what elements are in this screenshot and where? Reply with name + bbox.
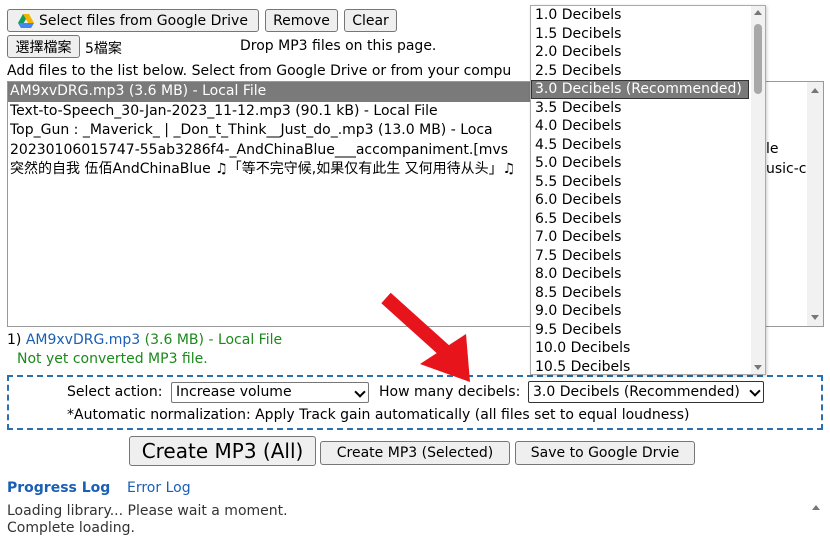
selected-file-name[interactable]: AM9xvDRG.mp3: [26, 332, 140, 348]
selected-file-info: 1) AM9xvDRG.mp3 (3.6 MB) - Local File: [7, 332, 282, 348]
dropdown-scroll-up-icon[interactable]: [754, 10, 762, 15]
decibel-option[interactable]: 4.5 Decibels: [531, 136, 765, 155]
decibels-select-value: 3.0 Decibels (Recommended): [533, 384, 740, 400]
decibel-option[interactable]: 5.0 Decibels: [531, 154, 765, 173]
selected-file-index: 1): [7, 332, 22, 348]
decibel-option[interactable]: 10.5 Decibels: [531, 358, 765, 375]
action-select-value: Increase volume: [176, 384, 292, 400]
file-list-item-overflow: usic-cl: [766, 161, 811, 177]
decibel-option[interactable]: 6.5 Decibels: [531, 210, 765, 229]
decibel-option[interactable]: 4.0 Decibels: [531, 117, 765, 136]
decibel-option[interactable]: 7.0 Decibels: [531, 228, 765, 247]
tab-progress-log[interactable]: Progress Log: [7, 480, 110, 496]
decibels-select[interactable]: 3.0 Decibels (Recommended): [528, 381, 764, 403]
decibel-option[interactable]: 9.0 Decibels: [531, 302, 765, 321]
dropdown-scroll-thumb[interactable]: [754, 24, 762, 94]
decibel-option[interactable]: 9.5 Decibels: [531, 321, 765, 340]
decibel-option[interactable]: 5.5 Decibels: [531, 173, 765, 192]
create-mp3-selected-button[interactable]: Create MP3 (Selected): [320, 441, 510, 465]
decibels-dropdown-list[interactable]: 1.0 Decibels 1.5 Decibels 2.0 Decibels 2…: [530, 5, 766, 375]
chevron-down-icon: [354, 386, 366, 398]
conversion-status: Not yet converted MP3 file.: [17, 351, 208, 367]
decibel-option[interactable]: 2.0 Decibels: [531, 43, 765, 62]
decibel-option[interactable]: 7.5 Decibels: [531, 247, 765, 266]
file-list-item-overflow: le: [766, 141, 779, 157]
file-list-scrollbar[interactable]: [807, 82, 823, 326]
select-action-label: Select action:: [67, 384, 163, 400]
file-count: 5檔案: [85, 41, 122, 57]
log-line: Loading library... Please wait a moment.: [7, 503, 288, 519]
dropdown-scroll-down-icon[interactable]: [754, 365, 762, 370]
google-drive-icon: [18, 13, 35, 28]
remove-button[interactable]: Remove: [265, 9, 338, 32]
select-from-google-drive-button[interactable]: Select files from Google Drive: [7, 9, 259, 32]
decibel-option-selected[interactable]: 3.0 Decibels (Recommended): [531, 80, 749, 99]
dropdown-scrollbar[interactable]: [751, 6, 765, 374]
decibel-option[interactable]: 8.5 Decibels: [531, 284, 765, 303]
decibel-option[interactable]: 3.5 Decibels: [531, 99, 765, 118]
decibel-option[interactable]: 8.0 Decibels: [531, 265, 765, 284]
file-list-item[interactable]: AM9xvDRG.mp3 (3.6 MB) - Local File: [8, 82, 531, 102]
decibel-option[interactable]: 1.0 Decibels: [531, 6, 765, 25]
create-mp3-all-button[interactable]: Create MP3 (All): [129, 436, 316, 466]
scroll-up-icon[interactable]: [811, 88, 819, 93]
decibel-option[interactable]: 2.5 Decibels: [531, 62, 765, 81]
choose-file-button[interactable]: 選擇檔案: [7, 35, 80, 58]
action-select[interactable]: Increase volume: [171, 382, 369, 403]
selected-file-size: (3.6 MB): [144, 332, 204, 348]
drop-hint: Drop MP3 files on this page.: [240, 38, 437, 54]
chevron-down-icon: [749, 385, 761, 397]
instructions-text: Add files to the list below. Select from…: [7, 63, 512, 79]
decibel-option[interactable]: 10.0 Decibels: [531, 339, 765, 358]
selected-file-source: - Local File: [208, 332, 283, 348]
tab-error-log[interactable]: Error Log: [127, 480, 191, 496]
decibel-option[interactable]: 1.5 Decibels: [531, 25, 765, 44]
decibel-option[interactable]: 6.0 Decibels: [531, 191, 765, 210]
red-arrow-annotation-icon: [381, 292, 470, 382]
scroll-down-icon[interactable]: [811, 315, 819, 320]
clear-button[interactable]: Clear: [344, 9, 397, 32]
log-scroll-up-icon[interactable]: [812, 505, 820, 510]
save-to-google-drive-button[interactable]: Save to Google Drvie: [515, 441, 695, 465]
normalization-note: *Automatic normalization: Apply Track ga…: [67, 407, 690, 423]
google-drive-button-label: Select files from Google Drive: [39, 12, 248, 29]
log-line: Complete loading.: [7, 520, 135, 536]
